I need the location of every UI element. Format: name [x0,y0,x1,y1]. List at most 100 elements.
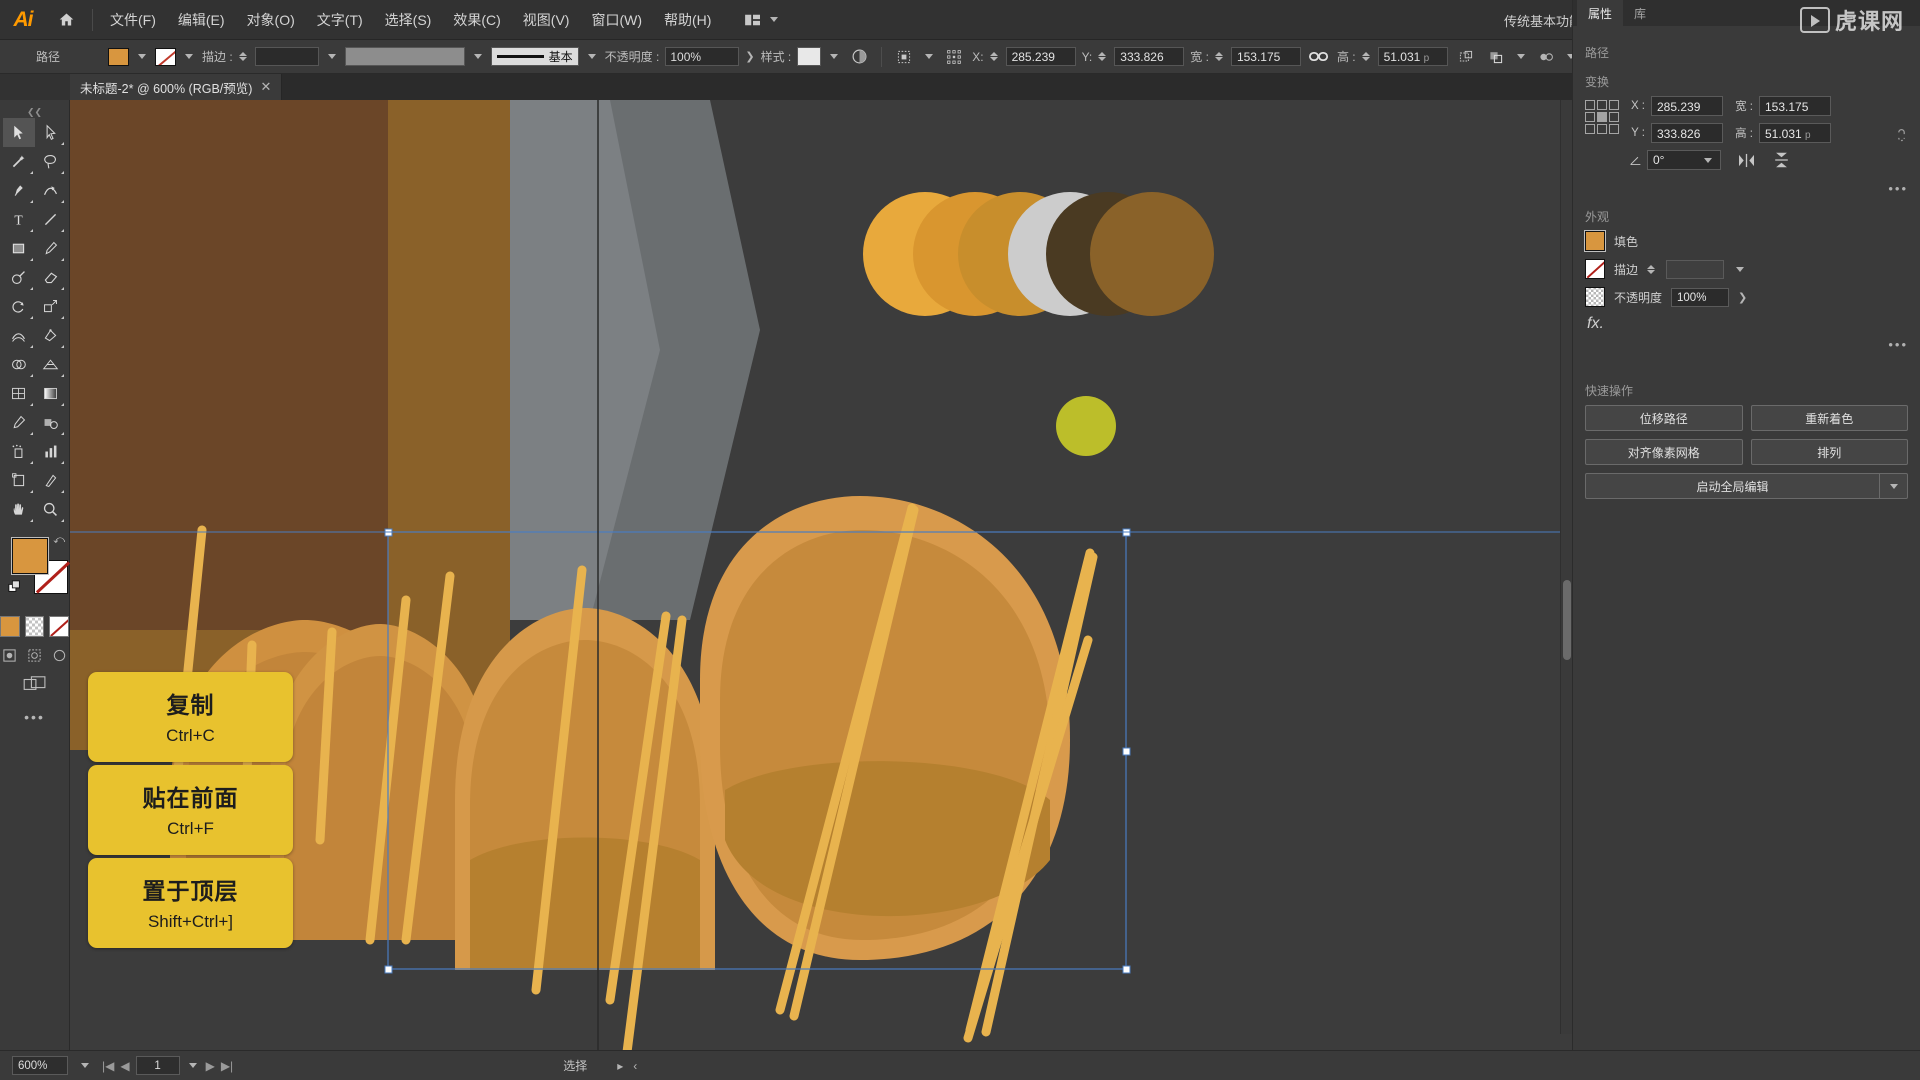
tool-hand[interactable] [3,495,35,524]
menu-edit[interactable]: 编辑(E) [167,0,236,40]
transform-width-input[interactable]: 153.175 [1759,96,1831,116]
stroke-profile-select[interactable] [344,47,465,66]
arrange-documents-button[interactable] [736,7,789,33]
tool-curvature[interactable] [35,176,67,205]
control-x-input[interactable]: 285.239 [1005,47,1076,66]
canvas-area[interactable] [70,100,1572,1050]
appearance-stroke-weight-input[interactable] [1666,259,1725,279]
transform-more-options[interactable]: ••• [1585,181,1908,196]
transform-x-input[interactable]: 285.239 [1651,96,1723,116]
opacity-flyout-icon[interactable]: ❯ [1738,291,1747,304]
gradient-mode-button[interactable] [24,616,45,637]
appearance-stroke-swatch[interactable] [1585,259,1605,279]
status-flyout-icon[interactable]: ▸ [617,1059,623,1073]
control-opacity-input[interactable]: 100% [665,47,740,66]
appearance-stroke-stepper[interactable] [1647,264,1656,274]
tab-properties[interactable]: 属性 [1577,0,1624,26]
chevron-down-icon[interactable] [185,54,193,59]
control-fill-swatch[interactable] [108,47,129,66]
width-stepper[interactable] [1214,52,1223,61]
tool-artboard[interactable] [3,466,35,495]
fx-button[interactable]: fx. [1587,315,1908,333]
menu-file[interactable]: 文件(F) [99,0,167,40]
y-stepper[interactable] [1098,52,1107,61]
control-stroke-swatch[interactable] [155,47,176,66]
draw-behind-icon[interactable] [25,645,44,665]
menu-window[interactable]: 窗口(W) [580,0,653,40]
screen-mode-button[interactable] [0,675,69,693]
chevron-down-icon[interactable] [1736,266,1745,272]
quick-action-global-edit[interactable]: 启动全局编辑 [1585,473,1880,499]
menu-select[interactable]: 选择(S) [374,0,443,40]
select-similar-icon[interactable] [1534,46,1558,68]
transform-reference-icon[interactable] [942,46,966,68]
draw-normal-icon[interactable] [0,645,19,665]
draw-inside-icon[interactable] [50,645,69,665]
tool-scale[interactable] [35,292,67,321]
recolor-artwork-icon[interactable] [847,46,871,68]
tool-shaper[interactable] [3,263,35,292]
tool-symbol-sprayer[interactable] [3,437,35,466]
scrollbar-thumb[interactable] [1563,580,1571,660]
tool-pen[interactable] [3,176,35,205]
toolbar-fill-swatch[interactable] [11,537,49,575]
artboard-number-input[interactable]: 1 [135,1056,180,1075]
last-artboard-icon[interactable]: ▶| [221,1059,233,1073]
tool-rectangle[interactable] [3,234,35,263]
prev-artboard-icon[interactable]: ◀ [120,1059,129,1073]
menu-view[interactable]: 视图(V) [512,0,581,40]
brush-definition-select[interactable]: 基本 [490,47,579,66]
flip-vertical-icon[interactable] [1774,151,1789,169]
transform-height-input[interactable]: 51.031 p [1759,123,1831,143]
control-y-input[interactable]: 333.826 [1114,47,1185,66]
chevron-down-icon[interactable] [925,54,934,59]
opacity-flyout-icon[interactable]: ❯ [745,50,754,63]
stroke-weight-stepper[interactable] [238,52,247,61]
tool-type[interactable]: T [3,205,35,234]
transform-angle-input[interactable]: 0° [1647,150,1721,170]
workspace-name[interactable]: 传统基本功能 [1504,11,1582,30]
control-height-input[interactable]: 51.031 p [1377,47,1448,66]
tool-width[interactable] [3,321,35,350]
tool-eyedropper[interactable] [3,408,35,437]
zoom-level-input[interactable]: 600% [12,1056,68,1075]
swap-fill-stroke-icon[interactable]: ⤺ [53,534,65,547]
appearance-more-options[interactable]: ••• [1585,337,1908,352]
tool-column-graph[interactable] [35,437,67,466]
chevron-down-icon[interactable] [138,54,146,59]
edit-toolbar-button[interactable]: ••• [0,709,69,725]
menu-object[interactable]: 对象(O) [236,0,306,40]
quick-action-recolor[interactable]: 重新着色 [1750,405,1908,431]
x-stepper[interactable] [989,52,998,61]
appearance-opacity-input[interactable]: 100% [1671,287,1730,307]
constrain-proportions-icon[interactable] [1895,126,1908,151]
graphic-style-swatch[interactable] [797,47,822,66]
quick-action-align-pixel-grid[interactable]: 对齐像素网格 [1585,439,1743,465]
color-mode-button[interactable] [0,616,20,637]
none-mode-button[interactable] [49,616,70,637]
chevron-down-icon[interactable] [587,54,596,59]
chevron-down-icon[interactable] [1516,54,1525,59]
default-fill-stroke-icon[interactable] [8,580,22,599]
stroke-weight-input[interactable] [254,47,319,66]
status-current-tool[interactable]: 选择 [563,1057,587,1074]
tool-gradient[interactable] [35,379,67,408]
tool-lasso[interactable] [35,147,67,176]
next-artboard-icon[interactable]: ▶ [206,1059,215,1073]
chevron-down-icon[interactable] [327,54,336,59]
appearance-fill-swatch[interactable] [1584,230,1606,252]
tool-blend[interactable] [35,408,67,437]
toolbar-grip[interactable]: ❮❮ [0,106,69,118]
tool-mesh[interactable] [3,379,35,408]
tool-zoom[interactable] [35,495,67,524]
global-edit-options-icon[interactable] [1880,473,1908,499]
appearance-opacity-swatch[interactable] [1585,287,1605,307]
quick-action-offset-path[interactable]: 位移路径 [1585,405,1743,431]
tool-shape-builder[interactable] [3,350,35,379]
chevron-down-icon[interactable] [830,54,839,59]
quick-action-arrange[interactable]: 排列 [1750,439,1908,465]
transform-y-input[interactable]: 333.826 [1651,123,1723,143]
tool-selection[interactable] [3,118,35,147]
link-proportions-icon[interactable] [1307,46,1331,68]
align-options-icon[interactable] [892,46,916,68]
